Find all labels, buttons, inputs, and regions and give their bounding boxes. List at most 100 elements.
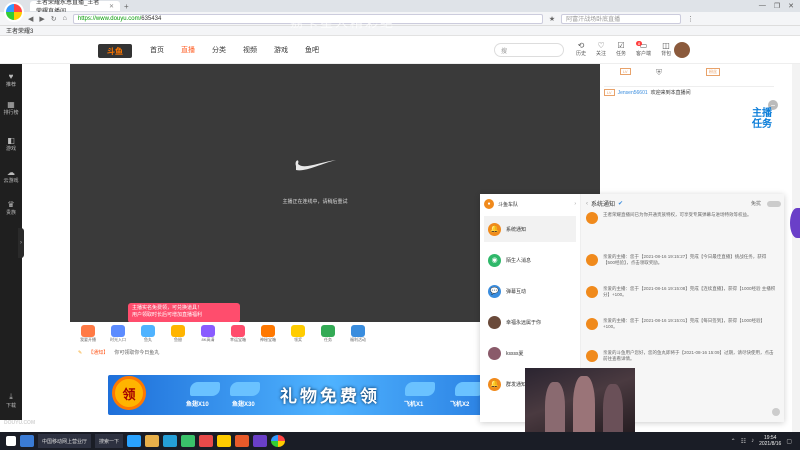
network-icon[interactable]: ☷ [741, 438, 746, 445]
app-icon[interactable] [181, 435, 196, 447]
notification-message[interactable]: 亲爱的主播：您于【2021-08-16 19:15:27】完成【今日最佳直播】挑… [586, 254, 778, 266]
notification-center-icon[interactable]: ▢ [786, 438, 792, 445]
claim-button[interactable]: 领 [112, 376, 146, 410]
douyu-watermark: DOUYU.COM [4, 420, 36, 426]
bookmark-item[interactable]: 王者荣耀3 [6, 26, 33, 35]
edge-icon[interactable] [127, 435, 142, 447]
anchor-mission-badge[interactable]: 主播 任务 [752, 108, 796, 150]
bag-button[interactable]: ◫ 背包 [661, 41, 671, 57]
app-icon[interactable] [235, 435, 250, 447]
nav-home[interactable]: 首页 [150, 45, 164, 55]
gift-item[interactable]: 我要开播 [76, 325, 100, 343]
fleet-header[interactable]: ● 斗鱼车队 › [484, 198, 576, 210]
notification-message[interactable]: 王者荣耀直播间已为你开通贵族特权，可享受专属弹幕与进场特效等权益。 [586, 212, 778, 224]
folder-icon[interactable] [145, 435, 160, 447]
clock[interactable]: 19:54 2021/8/16 [759, 435, 781, 447]
chat-message: LV Jensen56601 欢迎来到本直播间 [604, 86, 774, 98]
gift-item[interactable]: 福利活动 [346, 325, 370, 343]
message-list-item[interactable]: 🔔 系统通知 [484, 216, 576, 242]
new-tab-button[interactable]: + [124, 2, 129, 11]
browser-tab[interactable]: 王者荣耀永恩直播_王者荣耀直播间 ✕ [30, 0, 120, 15]
chat-user[interactable]: Jensen56601 [618, 90, 648, 96]
extension-icon[interactable]: ⋮ [687, 15, 694, 23]
shark-fin-decoration [230, 382, 260, 396]
app-icon[interactable] [253, 435, 268, 447]
store-icon[interactable] [163, 435, 178, 447]
gift-item[interactable]: 8K高清 [196, 325, 220, 343]
browser-search-input[interactable]: 阿富汗战场卧底直播 [561, 13, 682, 24]
tray-arrow-icon[interactable]: ⌃ [731, 438, 736, 445]
notification-text: 亲爱的主播：您于【2021-08-16 19:15:27】完成【今日最佳直播】挑… [603, 254, 767, 265]
taskbar-app-icon[interactable] [20, 435, 34, 447]
douyu-logo[interactable]: 斗鱼 [98, 44, 132, 58]
user-avatar[interactable] [674, 42, 690, 58]
notice-tag: 【通知】 [88, 350, 109, 356]
speaker-icon: ✎ [78, 349, 83, 356]
browser-360-icon[interactable] [271, 435, 286, 447]
forward-icon[interactable]: ▶ [39, 15, 44, 23]
gift-item[interactable]: 鱼翅 [166, 325, 190, 343]
task-button[interactable]: ☑ 任务 [616, 41, 626, 57]
taskbar-task[interactable]: 搜索一下 [95, 434, 124, 448]
follow-button[interactable]: ♡ 关注 [596, 41, 606, 57]
back-arrow-icon[interactable]: ‹ [586, 201, 588, 207]
mute-label: 免扰 [750, 201, 761, 207]
verified-icon: ✔ [618, 201, 624, 207]
fleet-icon: ● [484, 199, 494, 209]
nav-game[interactable]: 游戏 [274, 45, 288, 55]
taskbar-task[interactable]: 中国移动网上营业厅 [38, 434, 92, 448]
home-icon[interactable]: ⌂ [63, 15, 67, 22]
site-search-input[interactable]: 搜 [494, 43, 564, 57]
app-icon[interactable] [199, 435, 214, 447]
address-bar-row: ◀ ▶ ↻ ⌂ https://www.douyu.com/635434 ★ 阿… [0, 12, 800, 26]
sidebar-item-vip[interactable]: ♛ 贵族 [0, 200, 22, 216]
side-float-icon[interactable] [790, 208, 800, 238]
start-menu-icon[interactable] [6, 436, 16, 446]
refresh-icon[interactable]: ↻ [51, 15, 57, 23]
gift-item[interactable]: 鱼丸 [136, 325, 160, 343]
star-icon[interactable]: ★ [549, 15, 555, 23]
notification-message[interactable]: 亲爱的斗鱼用户您好，您的鱼丸即将于【2021-08-16 15:09】过期，请尽… [586, 350, 778, 362]
mission-line-2: 任务 [752, 119, 772, 130]
message-list-item[interactable]: kssss夏 [484, 340, 576, 366]
sidebar-item-download[interactable]: ⤓ 下载 [0, 392, 22, 409]
nav-fishbar[interactable]: 鱼吧 [305, 45, 319, 55]
mission-line-1: 主播 [752, 108, 772, 119]
gift-icon [261, 325, 275, 337]
history-button[interactable]: ⟲ 历史 [576, 41, 586, 57]
message-list-item[interactable]: 幸福永远属于你 [484, 309, 576, 335]
notification-message[interactable]: 亲爱的主播：您于【2021-08-16 19:15:01】完成【每日签到】，获得… [586, 318, 778, 330]
sidebar-item-recommend[interactable]: ♥ 推荐 [0, 72, 22, 88]
minimize-button[interactable]: — [759, 2, 766, 10]
volume-icon[interactable]: ♪ [751, 438, 754, 444]
gift-item[interactable]: 时光入口 [106, 325, 130, 343]
notice-text[interactable]: 你可领取你今日鱼丸 [114, 349, 159, 356]
close-tab-icon[interactable]: ✕ [109, 3, 114, 10]
nav-live[interactable]: 直播 [181, 45, 195, 55]
gift-item[interactable]: 任务 [316, 325, 340, 343]
gift-item[interactable]: 领奖 [286, 325, 310, 343]
nav-category[interactable]: 分类 [212, 45, 226, 55]
maximize-button[interactable]: ❐ [774, 2, 780, 10]
nav-video[interactable]: 视频 [243, 45, 257, 55]
mute-toggle[interactable] [767, 200, 781, 207]
close-window-button[interactable]: ✕ [788, 2, 794, 10]
cloud-icon: ☁ [7, 168, 15, 177]
sidebar-item-game[interactable]: ◧ 游戏 [0, 136, 22, 152]
notification-message[interactable]: 亲爱的主播：您于【2021-08-16 19:15:08】完成【连续直播】，获得… [586, 286, 778, 298]
gift-icon [201, 325, 215, 337]
sidebar-expand-icon[interactable]: › [18, 228, 24, 258]
sidebar-item-rank[interactable]: ▦ 排行榜 [0, 100, 22, 116]
gift-item[interactable]: 幸运宝箱 [226, 325, 250, 343]
promo-tooltip[interactable]: 主播实名免费领，可兑换道具！ 用户领取时长后可增加直播福利 [128, 303, 240, 323]
app-icon[interactable] [217, 435, 232, 447]
bell-icon [586, 286, 598, 298]
gift-item[interactable]: 神秘宝箱 [256, 325, 280, 343]
page-scrollbar[interactable] [792, 64, 800, 432]
message-list-item[interactable]: ◉ 陌生人消息 [484, 247, 576, 273]
back-icon[interactable]: ◀ [28, 15, 33, 23]
settings-icon[interactable] [772, 408, 780, 416]
sidebar-item-cloud[interactable]: ☁ 云游戏 [0, 168, 22, 184]
notification-text: 王者荣耀直播间已为你开通贵族特权，可享受专属弹幕与进场特效等权益。 [603, 212, 752, 217]
message-list-item[interactable]: 💬 弹幕互动 [484, 278, 576, 304]
